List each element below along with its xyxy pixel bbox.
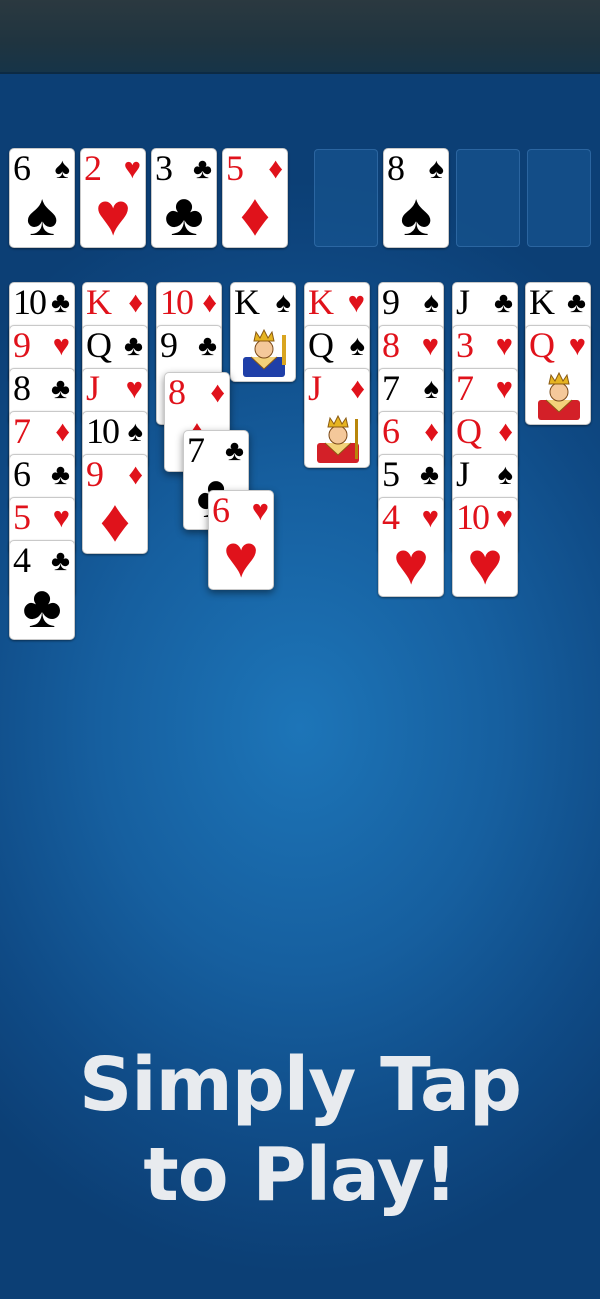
card-rank: Q <box>86 325 112 365</box>
diamond-suit-icon: ♦ <box>350 373 365 405</box>
heart-suit-icon: ♥ <box>495 330 513 362</box>
spade-suit-icon: ♠ <box>349 330 365 362</box>
court-figure-icon <box>538 371 580 420</box>
club-suit-icon: ♣ <box>419 459 439 491</box>
moving-card[interactable]: 6 ♥ ♥ <box>208 490 274 590</box>
card-rank: K <box>308 282 334 322</box>
diamond-suit-icon: ♦ <box>210 377 225 409</box>
card-rank: K <box>234 282 260 322</box>
free-cell-card[interactable]: 8 ♠ ♠ <box>383 148 449 248</box>
diamond-suit-icon: ♦ <box>128 459 143 491</box>
card-rank: J <box>456 282 470 322</box>
club-suit-icon: ♣ <box>50 373 70 405</box>
heart-suit-icon: ♥ <box>495 373 513 405</box>
heart-suit-icon: ♥ <box>568 330 586 362</box>
foundation-card[interactable]: 6 ♠ ♠ <box>9 148 75 248</box>
diamond-suit-icon: ♦ <box>55 416 70 448</box>
heart-suit-icon: ♥ <box>125 373 143 405</box>
diamond-pip-icon: ♦ <box>239 182 271 248</box>
heart-pip-icon: ♥ <box>95 182 131 248</box>
card-rank: K <box>86 282 112 322</box>
card-rank: J <box>456 454 470 494</box>
tagline-line-2: to Play! <box>143 1132 457 1218</box>
tableau-card[interactable]: J ♦ <box>304 368 370 468</box>
card-rank: 7 <box>382 368 400 408</box>
card-rank: J <box>86 368 100 408</box>
card-rank: J <box>308 368 322 408</box>
spade-suit-icon: ♠ <box>275 287 291 319</box>
diamond-suit-icon: ♦ <box>498 416 513 448</box>
card-rank: 7 <box>13 411 31 451</box>
diamond-suit-icon: ♦ <box>268 153 283 185</box>
tableau-card[interactable]: 4 ♣ ♣ <box>9 540 75 640</box>
tableau-card[interactable]: 4 ♥ ♥ <box>378 497 444 597</box>
spade-pip-icon: ♠ <box>400 182 432 248</box>
club-pip-icon: ♣ <box>22 574 62 640</box>
card-rank: Q <box>529 325 555 365</box>
top-status-bar <box>0 0 600 74</box>
free-cell-slot[interactable] <box>527 149 591 247</box>
card-rank: 9 <box>13 325 31 365</box>
tableau-card[interactable]: Q ♥ <box>525 325 591 425</box>
card-rank: 10 <box>86 411 120 451</box>
card-rank: 5 <box>13 497 31 537</box>
diamond-suit-icon: ♦ <box>202 287 217 319</box>
card-rank: 8 <box>13 368 31 408</box>
club-suit-icon: ♣ <box>123 330 143 362</box>
card-rank: 7 <box>456 368 474 408</box>
heart-suit-icon: ♥ <box>52 330 70 362</box>
card-rank: 10 <box>160 282 194 322</box>
spade-suit-icon: ♠ <box>497 459 513 491</box>
tableau-card[interactable]: 9 ♦ ♦ <box>82 454 148 554</box>
club-suit-icon: ♣ <box>50 287 70 319</box>
heart-suit-icon: ♥ <box>52 502 70 534</box>
tableau-card[interactable]: 10 ♥ ♥ <box>452 497 518 597</box>
tableau-card[interactable]: K ♠ <box>230 282 296 382</box>
free-cell-slot[interactable] <box>456 149 520 247</box>
foundation-card[interactable]: 5 ♦ ♦ <box>222 148 288 248</box>
foundation-card[interactable]: 2 ♥ ♥ <box>80 148 146 248</box>
card-rank: 6 <box>13 454 31 494</box>
tagline-line-1: Simply Tap <box>79 1042 522 1128</box>
heart-pip-icon: ♥ <box>393 531 429 597</box>
card-rank: Q <box>456 411 482 451</box>
card-rank: 10 <box>13 282 47 322</box>
foundation-card[interactable]: 3 ♣ ♣ <box>151 148 217 248</box>
card-rank: 8 <box>382 325 400 365</box>
spade-suit-icon: ♠ <box>423 287 439 319</box>
diamond-suit-icon: ♦ <box>424 416 439 448</box>
club-suit-icon: ♣ <box>493 287 513 319</box>
heart-pip-icon: ♥ <box>467 531 503 597</box>
spade-pip-icon: ♠ <box>26 182 58 248</box>
diamond-suit-icon: ♦ <box>128 287 143 319</box>
card-rank: 3 <box>456 325 474 365</box>
spade-suit-icon: ♠ <box>127 416 143 448</box>
heart-suit-icon: ♥ <box>421 330 439 362</box>
card-rank: K <box>529 282 555 322</box>
club-suit-icon: ♣ <box>566 287 586 319</box>
club-suit-icon: ♣ <box>50 459 70 491</box>
card-rank: 6 <box>382 411 400 451</box>
diamond-pip-icon: ♦ <box>99 488 131 554</box>
card-rank: 9 <box>382 282 400 322</box>
club-pip-icon: ♣ <box>164 182 204 248</box>
free-cell-slot[interactable] <box>314 149 378 247</box>
promo-tagline: Simply Tap to Play! <box>0 1040 600 1220</box>
card-rank: Q <box>308 325 334 365</box>
card-rank: 5 <box>382 454 400 494</box>
court-figure-icon <box>243 328 286 377</box>
spade-suit-icon: ♠ <box>423 373 439 405</box>
heart-suit-icon: ♥ <box>347 287 365 319</box>
court-figure-icon <box>317 414 359 463</box>
heart-pip-icon: ♥ <box>223 524 259 590</box>
